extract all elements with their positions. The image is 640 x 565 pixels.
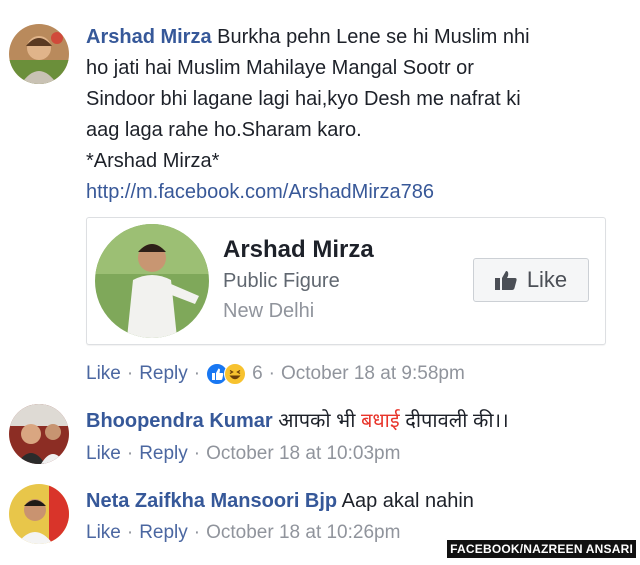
reply-link[interactable]: Reply bbox=[139, 443, 188, 465]
separator: · bbox=[193, 522, 201, 543]
comment-body: Bhoopendra Kumar आपको भी बधाई दीपावली की… bbox=[86, 406, 626, 437]
timestamp[interactable]: October 18 at 10:26pm bbox=[206, 522, 400, 544]
avatar[interactable] bbox=[9, 404, 69, 464]
comment-actions: Like · Reply · October 18 at 10:03pm bbox=[86, 443, 400, 465]
comment-body: Arshad Mirza Burkha pehn Lene se hi Musl… bbox=[86, 22, 626, 208]
separator: · bbox=[126, 443, 134, 464]
like-link[interactable]: Like bbox=[86, 443, 121, 465]
page-like-button[interactable]: Like bbox=[473, 258, 589, 302]
comment-line: Sindoor bhi lagane lagi hai,kyo Desh me … bbox=[86, 88, 521, 110]
reactions-summary[interactable] bbox=[206, 363, 247, 385]
separator: · bbox=[193, 363, 201, 384]
separator: · bbox=[268, 363, 275, 384]
comment-text-part: दीपावली की।। bbox=[405, 410, 509, 432]
haha-reaction-icon bbox=[224, 363, 247, 385]
comment-line: ho jati hai Muslim Mahilaye Mangal Sootr… bbox=[86, 57, 474, 79]
timestamp[interactable]: October 18 at 10:03pm bbox=[206, 443, 400, 465]
comment-line: aag laga rahe ho.Sharam karo. bbox=[86, 119, 362, 141]
separator: · bbox=[193, 443, 201, 464]
comment-text-part: आपको भी bbox=[278, 410, 356, 432]
avatar[interactable] bbox=[9, 484, 69, 544]
like-button-label: Like bbox=[526, 267, 568, 292]
separator: · bbox=[126, 363, 134, 384]
shared-page-card[interactable]: Arshad Mirza Public Figure New Delhi Lik… bbox=[86, 217, 606, 345]
avatar[interactable] bbox=[9, 24, 69, 84]
comment-body: Neta Zaifkha Mansoori Bjp Aap akal nahin bbox=[86, 486, 626, 517]
comment-highlight-word: बधाई bbox=[360, 410, 400, 432]
reaction-count[interactable]: 6 bbox=[252, 363, 263, 385]
separator: · bbox=[126, 522, 134, 543]
photo-credit-watermark: FACEBOOK/NAZREEN ANSARI bbox=[447, 540, 636, 558]
comment-author[interactable]: Neta Zaifkha Mansoori Bjp bbox=[86, 490, 337, 512]
comment-line: Aap akal nahin bbox=[341, 490, 474, 512]
card-avatar[interactable] bbox=[95, 224, 209, 338]
comment-author[interactable]: Bhoopendra Kumar bbox=[86, 410, 273, 432]
comment-actions: Like · Reply · October 18 at 10:26pm bbox=[86, 522, 400, 544]
thumbs-up-icon bbox=[494, 271, 517, 290]
card-page-name[interactable]: Arshad Mirza bbox=[223, 236, 374, 264]
comment-line: Burkha pehn Lene se hi Muslim nhi bbox=[217, 26, 530, 48]
like-link[interactable]: Like bbox=[86, 522, 121, 544]
timestamp[interactable]: October 18 at 9:58pm bbox=[281, 363, 465, 385]
card-location: New Delhi bbox=[223, 300, 315, 322]
profile-link[interactable]: http://m.facebook.com/ArshadMirza786 bbox=[86, 177, 626, 208]
comment-line: *Arshad Mirza* bbox=[86, 150, 220, 172]
comment-actions: Like · Reply · 6 · October 18 at 9:58pm bbox=[86, 363, 465, 385]
like-link[interactable]: Like bbox=[86, 363, 121, 385]
comment-author[interactable]: Arshad Mirza bbox=[86, 26, 212, 48]
card-category: Public Figure bbox=[223, 270, 340, 292]
reply-link[interactable]: Reply bbox=[139, 522, 188, 544]
reply-link[interactable]: Reply bbox=[139, 363, 188, 385]
